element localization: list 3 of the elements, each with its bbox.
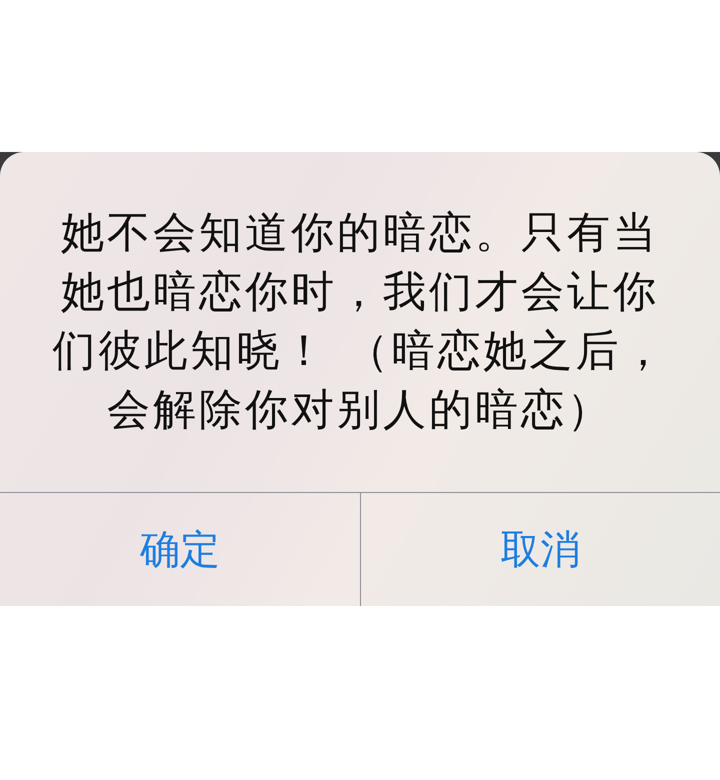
alert-button[interactable]: 确定 xyxy=(0,493,360,606)
alert-message: 她不会知道你的暗恋。只有当 她也暗恋你时，我们才会让你 们彼此知晓！ （暗恋她之后， 会解除你对别人的暗恋） xyxy=(52,207,668,437)
alert-button[interactable]: 取消 xyxy=(360,493,720,606)
